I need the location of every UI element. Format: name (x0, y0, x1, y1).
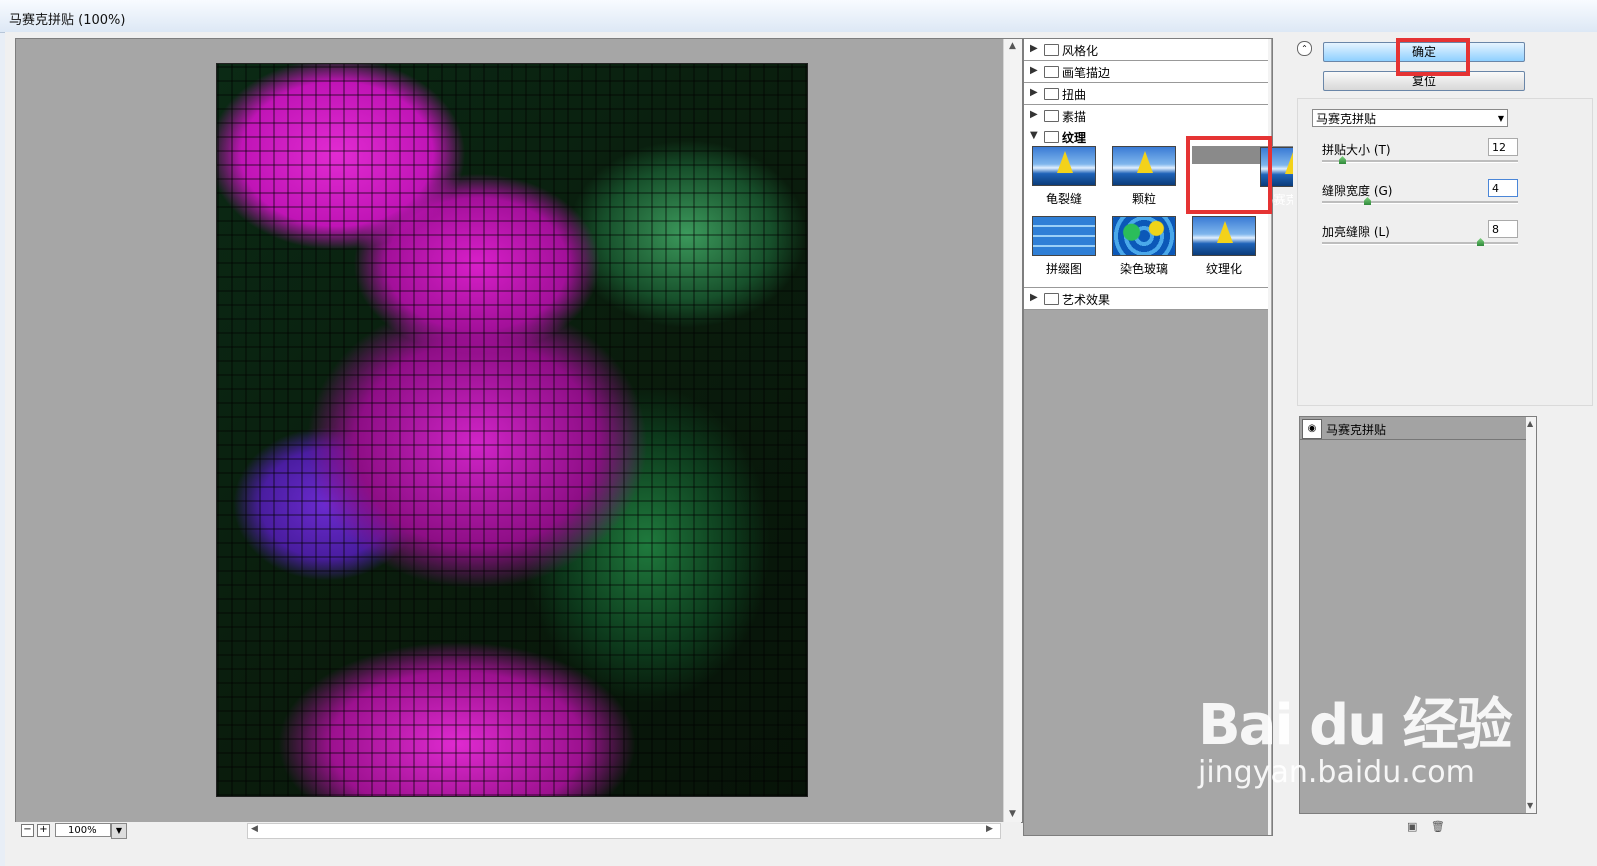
filter-select[interactable]: 马赛克拼贴 ▼ (1312, 109, 1508, 127)
delete-effect-layer-icon[interactable]: 🗑 (1431, 820, 1445, 833)
thumb-caption: 颗粒 (1131, 192, 1156, 206)
highlight-box-ok (1396, 38, 1470, 76)
scroll-right-arrow-icon[interactable]: ▶ (986, 824, 993, 834)
expand-triangle-icon: ▶ (1030, 87, 1038, 98)
dialog-body: ▲ ▼ − + 100% ▼ ◀ ▶ ▶ 风格化 ▶ 画笔描边 ▶ 扭曲 ▶ 素… (5, 32, 1597, 866)
filter-select-value: 马赛克拼贴 (1316, 112, 1377, 126)
settings-panel: ⌃ 确定 复位 马赛克拼贴 ▼ 拼贴大小 (T) 12 缝隙宽度 (G) 4 加… (1293, 38, 1595, 834)
slider-handle-icon[interactable] (1477, 238, 1484, 246)
filter-gallery-window: 马赛克拼贴 (100%) ▲ ▼ − + 100% ▼ ◀ ▶ ▶ 风格化 ▶ … (0, 0, 1597, 866)
expand-triangle-icon: ▶ (1030, 292, 1038, 303)
effect-layer-name: 马赛克拼贴 (1326, 423, 1387, 437)
collapse-triangle-icon: ▼ (1030, 130, 1038, 141)
thumb-caption: 染色玻璃 (1119, 262, 1168, 276)
param-tile-size: 拼贴大小 (T) 12 (1322, 138, 1522, 171)
window-title: 马赛克拼贴 (100%) (9, 13, 126, 28)
param-label: 加亮缝隙 (L) (1322, 225, 1390, 239)
scroll-down-arrow-icon[interactable]: ▼ (1009, 809, 1016, 819)
folder-icon (1044, 293, 1059, 305)
category-brush-strokes[interactable]: ▶ 画笔描边 (1024, 61, 1268, 83)
effect-layers-panel: ◉ 马赛克拼贴 ▲ ▼ (1299, 416, 1537, 814)
layers-scrollbar[interactable]: ▲ ▼ (1526, 417, 1536, 813)
preview-vertical-scrollbar[interactable]: ▲ ▼ (1003, 39, 1022, 822)
scroll-up-arrow-icon[interactable]: ▲ (1527, 419, 1533, 428)
expand-triangle-icon: ▶ (1030, 43, 1038, 54)
filter-thumb-stained-glass[interactable]: 染色玻璃 (1112, 216, 1176, 276)
filter-thumb-texturizer[interactable]: 纹理化 (1192, 216, 1256, 276)
preview-image (216, 63, 808, 797)
folder-icon (1044, 110, 1059, 122)
thumbnail-image (1112, 146, 1176, 186)
folder-icon (1044, 66, 1059, 78)
param-label: 拼贴大小 (T) (1322, 143, 1391, 157)
lighten-grout-input[interactable]: 8 (1488, 220, 1518, 238)
expand-triangle-icon: ▶ (1030, 65, 1038, 76)
thumbnail-image (1192, 216, 1256, 256)
param-label: 缝隙宽度 (G) (1322, 184, 1393, 198)
filter-thumb-patchwork[interactable]: 拼缀图 (1032, 216, 1096, 276)
collapse-gallery-icon[interactable]: ⌃ (1297, 41, 1312, 56)
scroll-down-arrow-icon[interactable]: ▼ (1527, 801, 1533, 810)
thumb-caption: 纹理化 (1205, 262, 1242, 276)
new-effect-layer-icon[interactable]: ▣ (1407, 820, 1417, 833)
filter-thumb-craquelure[interactable]: 龟裂缝 (1032, 146, 1096, 206)
eye-visibility-icon[interactable]: ◉ (1302, 419, 1322, 439)
category-artistic[interactable]: ▶ 艺术效果 (1024, 287, 1268, 310)
filter-thumb-grain[interactable]: 颗粒 (1112, 146, 1176, 206)
filter-parameters: 马赛克拼贴 ▼ 拼贴大小 (T) 12 缝隙宽度 (G) 4 加亮缝隙 (L) (1297, 98, 1593, 406)
thumbnail-image (1112, 216, 1176, 256)
effect-layer-row[interactable]: ◉ 马赛克拼贴 (1300, 417, 1526, 440)
preview-pane[interactable]: ▲ ▼ (15, 38, 1023, 823)
scroll-up-arrow-icon[interactable]: ▲ (1009, 41, 1016, 51)
category-label: 纹理 (1062, 131, 1087, 145)
category-label: 扭曲 (1062, 88, 1087, 102)
highlight-box-thumbnail (1186, 136, 1272, 214)
zoom-dropdown-icon[interactable]: ▼ (111, 823, 127, 839)
category-label: 艺术效果 (1062, 293, 1111, 307)
zoom-level-field[interactable]: 100% (55, 823, 111, 837)
thumb-caption: 拼缀图 (1045, 262, 1082, 276)
category-sketch[interactable]: ▶ 素描 (1024, 105, 1268, 127)
thumbnail-image (1032, 146, 1096, 186)
scroll-left-arrow-icon[interactable]: ◀ (251, 824, 258, 834)
category-label: 风格化 (1062, 44, 1099, 58)
thumbnail-image (1032, 216, 1096, 256)
grout-width-slider[interactable] (1322, 201, 1518, 204)
zoom-out-button[interactable]: − (21, 824, 34, 837)
zoom-bar: − + 100% ▼ ◀ ▶ (15, 822, 1021, 840)
expand-triangle-icon: ▶ (1030, 109, 1038, 120)
category-stylize[interactable]: ▶ 风格化 (1024, 39, 1268, 61)
category-label: 画笔描边 (1062, 66, 1111, 80)
lighten-grout-slider[interactable] (1322, 242, 1518, 245)
param-grout-width: 缝隙宽度 (G) 4 (1322, 179, 1522, 212)
title-bar: 马赛克拼贴 (100%) (0, 0, 1597, 33)
folder-icon (1044, 44, 1059, 56)
chevron-down-icon: ▼ (1497, 114, 1504, 123)
tile-size-slider[interactable] (1322, 160, 1518, 163)
category-distort[interactable]: ▶ 扭曲 (1024, 83, 1268, 105)
category-label: 素描 (1062, 110, 1087, 124)
folder-icon (1044, 88, 1059, 100)
layer-actions: ▣ 🗑 (1407, 820, 1445, 833)
param-lighten-grout: 加亮缝隙 (L) 8 (1322, 220, 1522, 253)
zoom-in-button[interactable]: + (37, 824, 50, 837)
grout-width-input[interactable]: 4 (1488, 179, 1518, 197)
thumb-caption: 龟裂缝 (1045, 192, 1082, 206)
tile-size-input[interactable]: 12 (1488, 138, 1518, 156)
preview-horizontal-scrollbar[interactable]: ◀ ▶ (247, 823, 1001, 839)
folder-open-icon (1044, 131, 1059, 143)
